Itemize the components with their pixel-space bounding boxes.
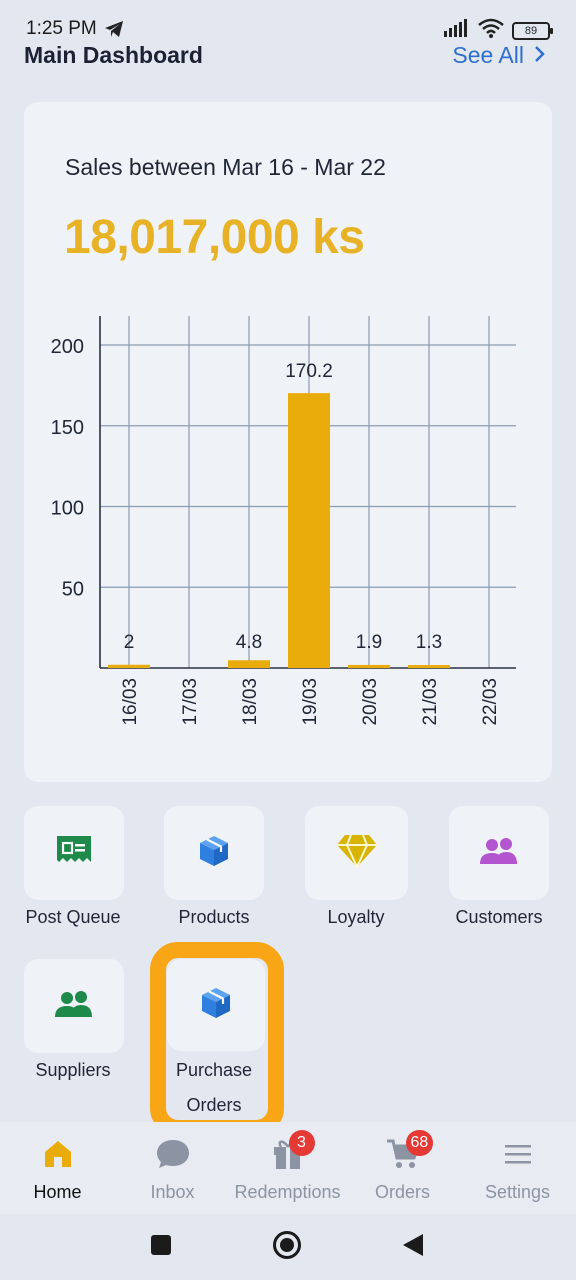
- diamond-icon: [336, 834, 378, 873]
- recent-apps-button[interactable]: [150, 1234, 172, 1261]
- customers-tile[interactable]: [449, 806, 549, 900]
- customers-label: Customers: [455, 907, 543, 927]
- nav-settings[interactable]: Settings: [460, 1122, 575, 1214]
- x-tick-label: 21/03: [420, 678, 441, 726]
- wifi-icon: [478, 18, 504, 43]
- gift-icon: 3: [273, 1130, 315, 1172]
- x-tick-label: 20/03: [360, 678, 381, 726]
- bar: [288, 393, 330, 668]
- cart-icon: 68: [386, 1130, 434, 1172]
- data-label: 1.3: [416, 632, 442, 653]
- nav-redemptions[interactable]: 3 Redemptions: [230, 1122, 345, 1214]
- chat-icon: [156, 1136, 190, 1172]
- menu-icon: [503, 1136, 533, 1172]
- products-tile[interactable]: [164, 806, 264, 900]
- post-queue-label: Post Queue: [25, 907, 121, 927]
- nav-inbox-label: Inbox: [150, 1182, 195, 1202]
- data-label: 1.9: [356, 632, 382, 653]
- back-button[interactable]: [402, 1233, 424, 1262]
- bar: [408, 665, 450, 668]
- bar: [348, 664, 390, 668]
- people-icon: [479, 837, 519, 870]
- data-label: 2: [124, 632, 135, 653]
- status-bar: 1:25 PM 89: [0, 0, 576, 44]
- chevron-right-icon: [534, 42, 546, 69]
- data-label: 4.8: [236, 632, 262, 653]
- x-tick-label: 17/03: [180, 678, 201, 726]
- suppliers-tile[interactable]: [24, 959, 124, 1053]
- nav-orders-label: Orders: [374, 1182, 430, 1202]
- sales-bar-chart: 50 100 150 200 2 16/03 17/03 4.8 18/03 170.2 19/03…: [51, 316, 516, 726]
- see-all-label: See All: [452, 42, 524, 68]
- signal-icon: [444, 19, 470, 42]
- x-tick-label: 16/03: [120, 678, 141, 726]
- y-tick-label: 50: [62, 578, 84, 600]
- bottom-nav: Home Inbox 3 Redemptions 68 Orders Setti…: [0, 1122, 576, 1214]
- y-tick-label: 200: [51, 336, 84, 358]
- orders-badge: 68: [405, 1130, 434, 1156]
- telegram-icon: [104, 20, 124, 43]
- system-nav-bar: [0, 1214, 576, 1280]
- see-all-link[interactable]: See All: [452, 42, 546, 69]
- nav-orders[interactable]: 68 Orders: [345, 1122, 460, 1214]
- nav-home-label: Home: [33, 1182, 82, 1202]
- box-icon: [197, 834, 231, 873]
- data-label: 170.2: [285, 361, 333, 382]
- loyalty-label: Loyalty: [327, 907, 385, 927]
- receipt-icon: [57, 835, 91, 871]
- bar: [228, 660, 270, 668]
- products-label: Products: [178, 907, 250, 927]
- redemptions-badge: 3: [288, 1130, 315, 1156]
- x-tick-label: 18/03: [240, 678, 261, 726]
- suppliers-label: Suppliers: [35, 1060, 111, 1080]
- battery-icon: 89: [512, 21, 553, 40]
- home-icon: [43, 1136, 73, 1172]
- loyalty-tile[interactable]: [305, 806, 408, 900]
- sales-chart-card: Sales between Mar 16 - Mar 22 18,017,000…: [24, 102, 552, 782]
- nav-redemptions-label: Redemptions: [234, 1182, 341, 1202]
- section-title: Main Dashboard: [24, 42, 203, 68]
- y-tick-label: 150: [51, 417, 84, 439]
- nav-inbox[interactable]: Inbox: [115, 1122, 230, 1214]
- nav-home[interactable]: Home: [0, 1122, 115, 1214]
- x-tick-label: 22/03: [480, 678, 501, 726]
- status-time: 1:25 PM: [26, 18, 97, 39]
- nav-settings-label: Settings: [484, 1182, 551, 1202]
- purchase-orders-highlight: [150, 942, 284, 1136]
- people-icon: [54, 990, 94, 1023]
- bar: [108, 664, 150, 668]
- y-tick-label: 100: [51, 498, 84, 520]
- home-button[interactable]: [272, 1230, 302, 1265]
- x-tick-label: 19/03: [300, 678, 321, 726]
- post-queue-tile[interactable]: [24, 806, 124, 900]
